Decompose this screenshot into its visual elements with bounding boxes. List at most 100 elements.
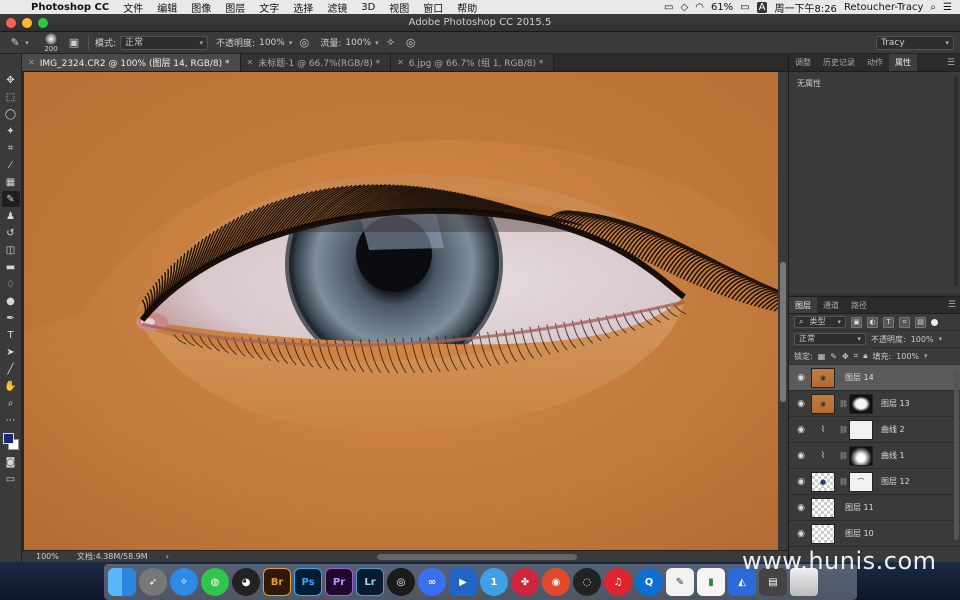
battery-icon[interactable]: ▭ bbox=[740, 2, 749, 13]
minimize-window-button[interactable] bbox=[22, 18, 32, 28]
menu-window[interactable]: 窗口 bbox=[416, 0, 450, 15]
quicktime-icon[interactable]: Q bbox=[635, 568, 663, 596]
close-window-button[interactable] bbox=[6, 18, 16, 28]
pressure-opacity-icon[interactable]: ◎ bbox=[296, 35, 312, 51]
zoom-level[interactable]: 100% bbox=[36, 552, 59, 561]
quick-mask-icon[interactable]: ◙ bbox=[2, 454, 20, 470]
dodge-tool-icon[interactable]: ● bbox=[2, 293, 20, 309]
layer-thumbnail[interactable]: ◉ bbox=[811, 367, 835, 388]
path-select-tool-icon[interactable]: ➤ bbox=[2, 344, 20, 360]
type-tool-icon[interactable]: T bbox=[2, 327, 20, 343]
layer-thumbnail[interactable]: ● bbox=[811, 471, 835, 492]
davinci-resolve-icon[interactable]: ✤ bbox=[511, 568, 539, 596]
flow-value[interactable]: 100% bbox=[345, 38, 371, 48]
marquee-tool-icon[interactable]: ⬚ bbox=[2, 89, 20, 105]
lightroom-icon[interactable]: Lr bbox=[356, 568, 384, 596]
lock-transparency-icon[interactable]: ▦ bbox=[818, 352, 826, 361]
visibility-eye-icon[interactable]: ◉ bbox=[795, 477, 807, 487]
brush-picker[interactable]: 200 bbox=[36, 32, 66, 53]
close-tab-icon[interactable]: ✕ bbox=[28, 58, 35, 67]
canvas-area[interactable] bbox=[22, 72, 788, 550]
record-app-icon[interactable]: ◉ bbox=[542, 568, 570, 596]
eye-photo[interactable] bbox=[24, 72, 778, 550]
layer-row-13[interactable]: ◉ ◉ ⛓ 图层 13 bbox=[789, 391, 960, 417]
pen-tool-icon[interactable]: ✒ bbox=[2, 310, 20, 326]
opacity-value[interactable]: 100% bbox=[259, 38, 285, 48]
layer-filter-dropdown[interactable]: ⌕ 类型 ▾ bbox=[794, 316, 846, 328]
bridge-icon[interactable]: Br bbox=[263, 568, 291, 596]
video-player-icon[interactable]: ▶ bbox=[449, 568, 477, 596]
mask-link-icon[interactable]: ⛓ bbox=[839, 452, 848, 460]
canvas-vertical-scrollbar[interactable] bbox=[778, 72, 788, 550]
input-method[interactable]: A bbox=[756, 1, 768, 13]
app-menu[interactable]: Photoshop CC bbox=[24, 2, 116, 13]
qq-icon[interactable]: ◕ bbox=[232, 568, 260, 596]
visibility-eye-icon[interactable]: ◉ bbox=[795, 373, 807, 383]
lasso-tool-icon[interactable]: ◯ bbox=[2, 106, 20, 122]
line-tool-icon[interactable]: ╱ bbox=[2, 361, 20, 377]
layer-mask-thumbnail[interactable] bbox=[849, 445, 873, 466]
spotlight-icon[interactable]: ⌕ bbox=[930, 2, 936, 13]
screen-mode-icon[interactable]: ▭ bbox=[2, 471, 20, 487]
history-brush-tool-icon[interactable]: ↺ bbox=[2, 225, 20, 241]
menu-edit[interactable]: 编辑 bbox=[150, 0, 184, 15]
photoshop-icon[interactable]: Ps bbox=[294, 568, 322, 596]
menu-3d[interactable]: 3D bbox=[354, 2, 382, 13]
move-tool-icon[interactable]: ✥ bbox=[2, 72, 20, 88]
menu-view[interactable]: 视图 bbox=[382, 0, 416, 15]
layer-row-curves-2[interactable]: ◉ ⌇ ⛓ 曲线 2 bbox=[789, 417, 960, 443]
baidu-cloud-icon[interactable]: ∞ bbox=[418, 568, 446, 596]
chevron-down-icon[interactable]: ▾ bbox=[289, 39, 293, 47]
menu-filter[interactable]: 滤镜 bbox=[320, 0, 354, 15]
battery-percent[interactable]: 61% bbox=[711, 2, 733, 13]
pressure-size-icon[interactable]: ◎ bbox=[403, 35, 419, 51]
filter-type-icon[interactable]: T bbox=[883, 316, 894, 328]
layer-mask-thumbnail[interactable] bbox=[849, 419, 873, 440]
mask-link-icon[interactable]: ⛓ bbox=[839, 400, 848, 408]
mode-dropdown[interactable]: 正常 ▾ bbox=[120, 35, 209, 50]
filter-smart-object-icon[interactable]: ▤ bbox=[915, 316, 926, 328]
clone-stamp-tool-icon[interactable]: ♟ bbox=[2, 208, 20, 224]
layer-thumbnail[interactable] bbox=[811, 497, 835, 518]
lock-all-icon[interactable]: 🔒︎ bbox=[863, 351, 867, 361]
finder-icon[interactable] bbox=[108, 568, 136, 596]
tab-img-2324[interactable]: ✕ IMG_2324.CR2 @ 100% (图层 14, RGB/8) * bbox=[22, 54, 241, 71]
tab-paths[interactable]: 路径 bbox=[845, 297, 873, 313]
lock-position-icon[interactable]: ✥ bbox=[842, 352, 849, 361]
layer-name[interactable]: 图层 12 bbox=[881, 476, 910, 487]
tab-6-jpg[interactable]: ✕ 6.jpg @ 66.7% (组 1, RGB/8) * bbox=[391, 54, 555, 71]
wifi-icon[interactable]: ◠ bbox=[695, 2, 704, 13]
curves-adjustment-icon[interactable]: ⌇ bbox=[811, 445, 835, 466]
close-tab-icon[interactable]: ✕ bbox=[247, 58, 254, 67]
layer-opacity-value[interactable]: 100% bbox=[911, 335, 934, 344]
lock-artboard-icon[interactable]: ⌗ bbox=[854, 351, 859, 361]
wechat-icon[interactable]: ◍ bbox=[201, 568, 229, 596]
tab-properties[interactable]: 属性 bbox=[889, 54, 917, 71]
eraser-tool-icon[interactable]: ◫ bbox=[2, 242, 20, 258]
notification-icon[interactable]: ▭ bbox=[664, 2, 673, 13]
brush-tool-icon[interactable]: ✎ bbox=[1, 191, 20, 207]
foreground-color-swatch[interactable] bbox=[2, 433, 14, 444]
tab-history[interactable]: 历史记录 bbox=[817, 54, 861, 71]
panel-menu-icon[interactable]: ☰ bbox=[943, 297, 960, 313]
filter-toggle-icon[interactable] bbox=[931, 318, 938, 326]
hand-tool-icon[interactable]: ✋ bbox=[2, 378, 20, 394]
layer-name[interactable]: 图层 10 bbox=[845, 528, 874, 539]
layer-row-10[interactable]: ◉ 图层 10 bbox=[789, 521, 960, 547]
chevron-down-icon[interactable]: ▾ bbox=[924, 352, 928, 360]
layer-name[interactable]: 图层 14 bbox=[845, 372, 874, 383]
visibility-eye-icon[interactable]: ◉ bbox=[795, 503, 807, 513]
eyedropper-tool-icon[interactable]: ⁄ bbox=[2, 157, 20, 173]
visibility-eye-icon[interactable]: ◉ bbox=[795, 529, 807, 539]
cinema4d-icon[interactable]: ◎ bbox=[387, 568, 415, 596]
blur-tool-icon[interactable]: ♢ bbox=[2, 276, 20, 292]
mask-link-icon[interactable]: ⛓ bbox=[839, 426, 848, 434]
status-menu-icon[interactable]: › bbox=[166, 552, 169, 561]
quick-select-tool-icon[interactable]: ✦ bbox=[2, 123, 20, 139]
blend-mode-dropdown[interactable]: 正常 ▾ bbox=[794, 333, 866, 345]
netease-music-icon[interactable]: ♫ bbox=[604, 568, 632, 596]
notification-center-icon[interactable]: ☰ bbox=[943, 2, 952, 13]
numbers-icon[interactable]: ▮ bbox=[697, 568, 725, 596]
chevron-down-icon[interactable]: ▾ bbox=[375, 39, 379, 47]
layer-name[interactable]: 曲线 1 bbox=[881, 450, 905, 461]
